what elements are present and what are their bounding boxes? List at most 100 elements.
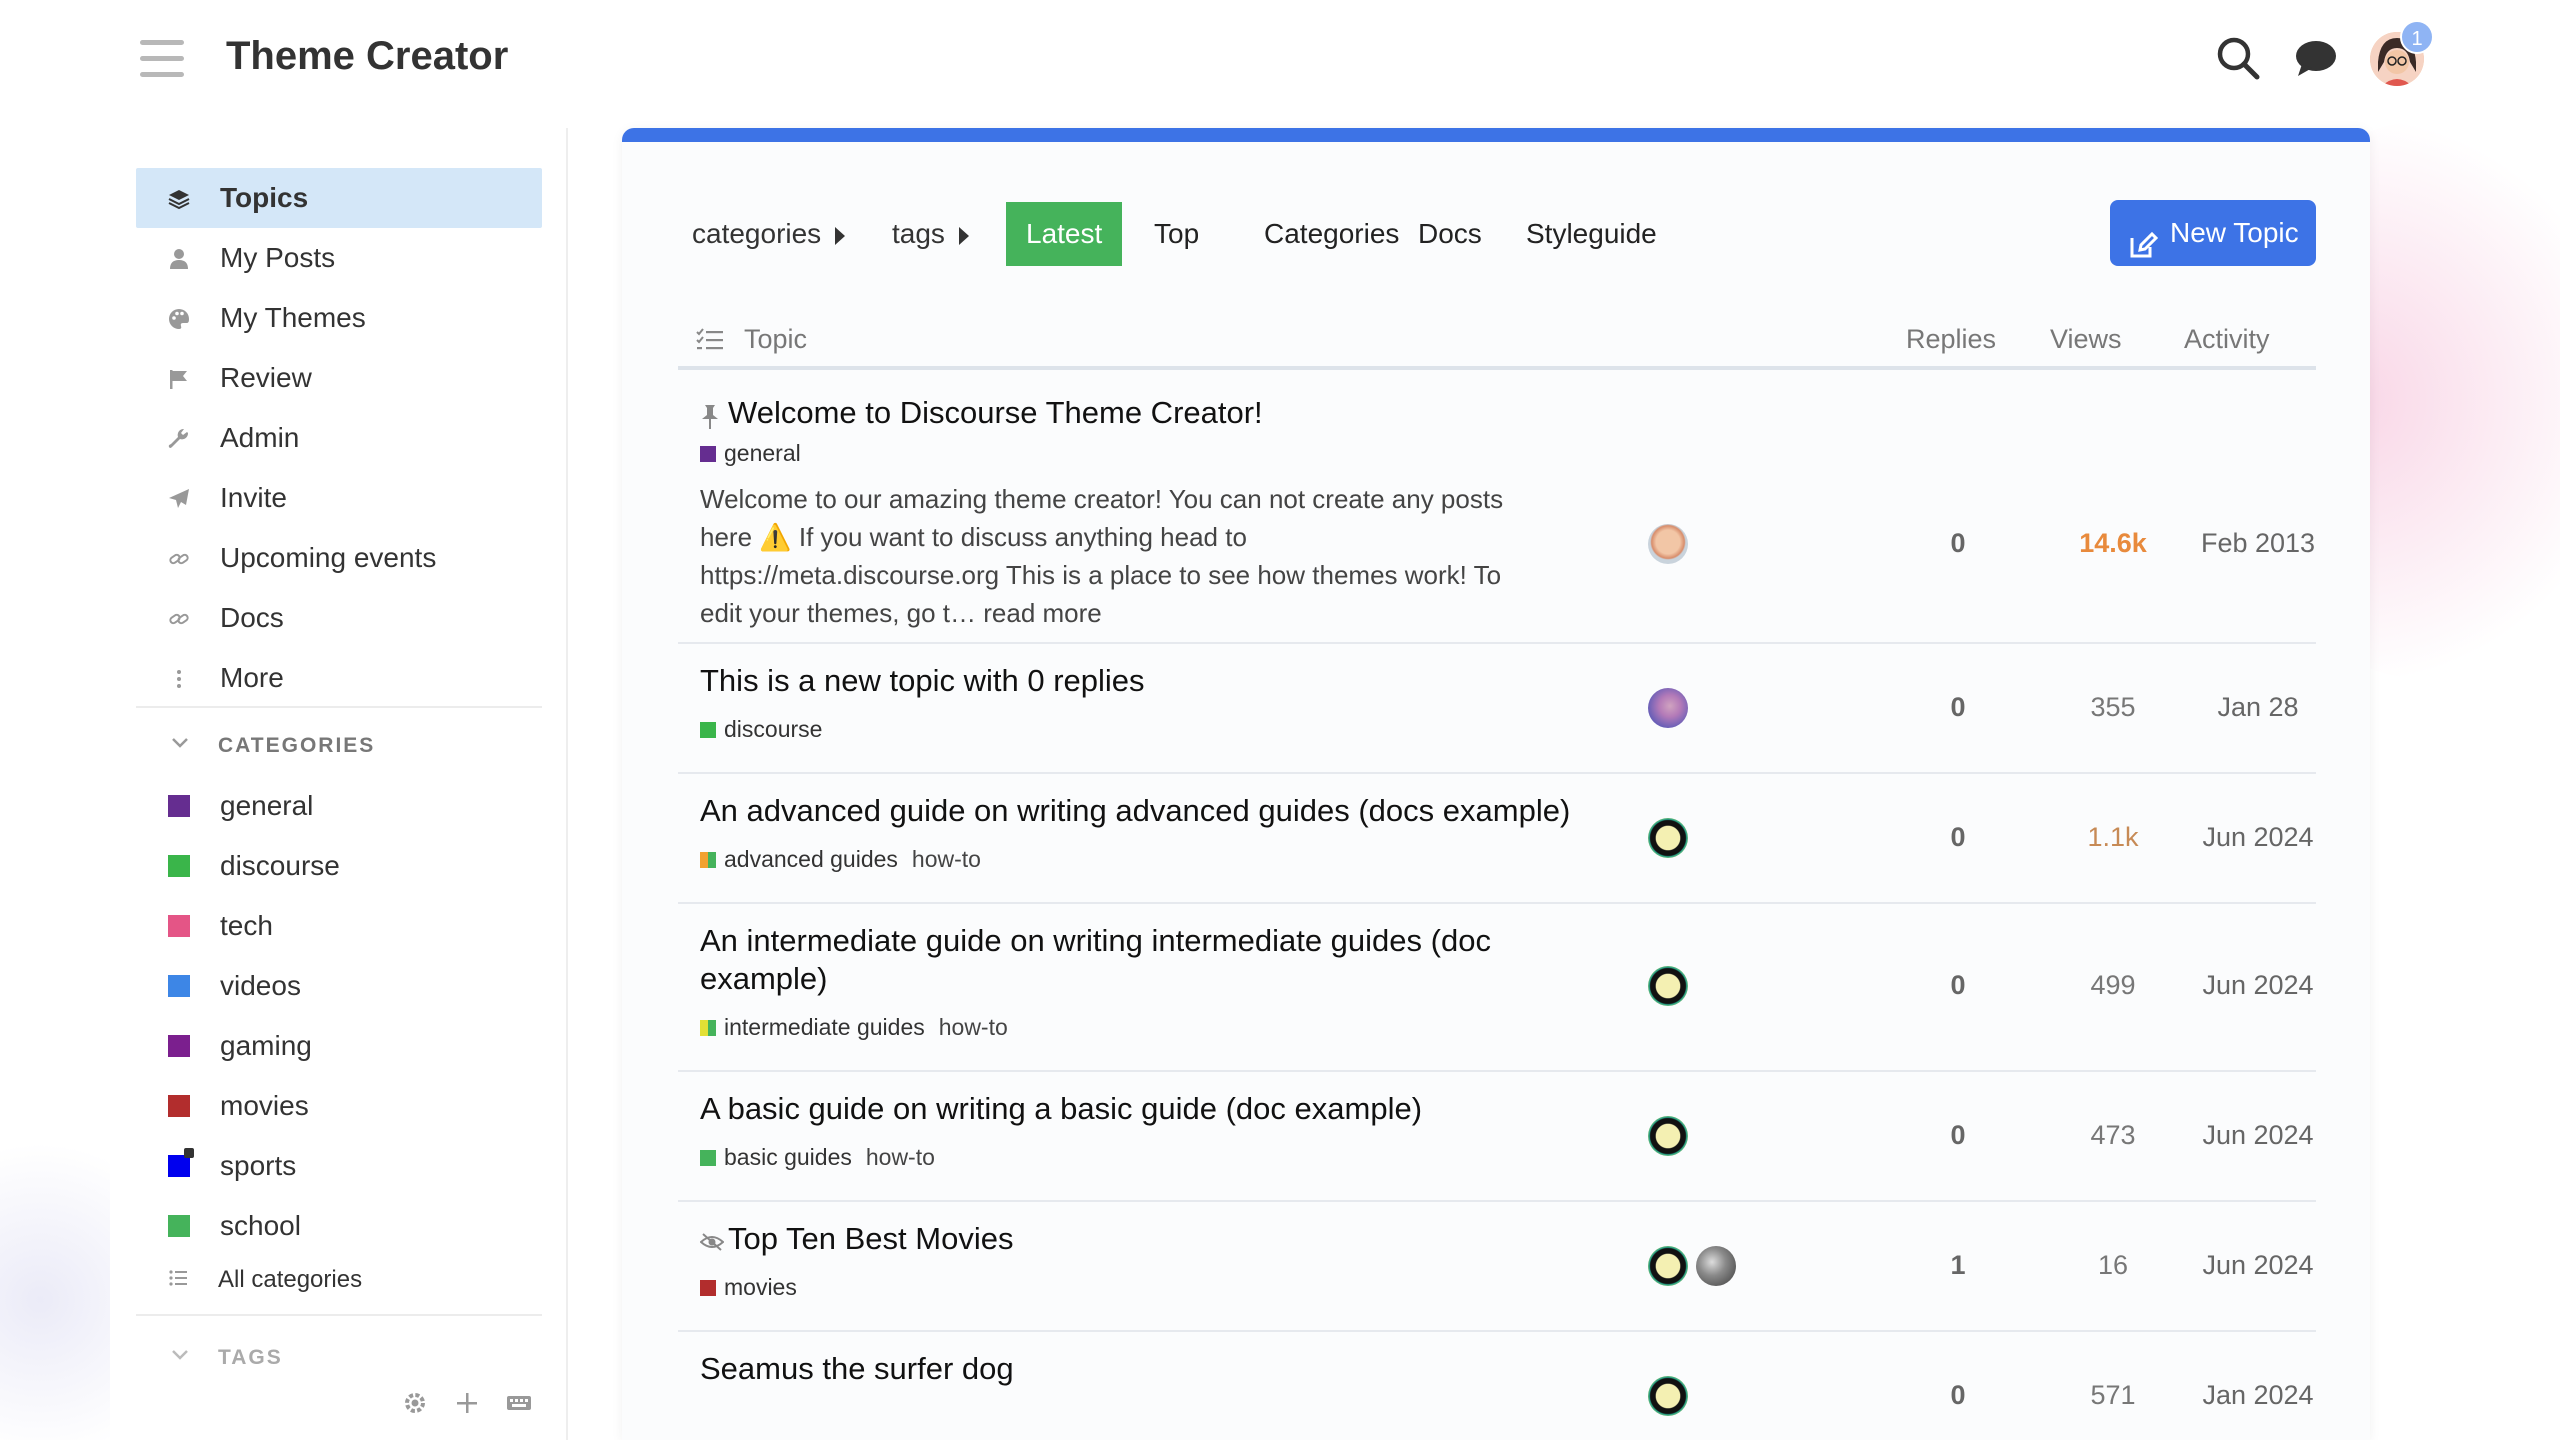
activity-date[interactable]: Jan 28 [2178,692,2338,723]
table-row[interactable]: This is a new topic with 0 replies disco… [678,644,2316,774]
topic-list-header: Topic Replies Views Activity [678,310,2316,370]
sidebar-item-topics[interactable]: Topics [136,168,542,228]
list-icon [168,1268,188,1294]
sidebar-item-label: general [220,790,314,821]
table-row[interactable]: An advanced guide on writing advanced gu… [678,774,2316,904]
poster-avatar[interactable] [1648,818,1688,858]
tab-categories[interactable]: Categories [1244,202,1419,266]
sidebar-divider [136,706,542,708]
tags-section-title: TAGS [218,1346,283,1369]
sidebar-category-school[interactable]: school [136,1196,542,1256]
sidebar-item-label: gaming [220,1030,312,1061]
chat-bubble-icon[interactable] [2292,34,2340,82]
table-row[interactable]: Seamus the surfer dog 0 571 Jan 2024 [678,1332,2316,1440]
topic-title[interactable]: A basic guide on writing a basic guide (… [700,1090,1422,1128]
sidebar-category-videos[interactable]: videos [136,956,542,1016]
column-header-activity[interactable]: Activity [2184,324,2270,355]
sidebar-category-general[interactable]: general [136,776,542,836]
tags-dropdown[interactable]: tags [892,218,969,250]
topic-category[interactable]: general [700,440,801,467]
category-color-badge [168,795,190,817]
topic-title[interactable]: Welcome to Discourse Theme Creator! [728,394,1263,432]
tab-styleguide[interactable]: Styleguide [1506,202,1677,266]
poster-avatar[interactable] [1648,966,1688,1006]
topic-title[interactable]: Seamus the surfer dog [700,1350,1014,1388]
view-count: 473 [2090,1120,2136,1150]
gear-icon[interactable] [402,1390,428,1423]
topic-category[interactable]: advanced guides how-to [700,846,981,873]
sidebar-item-label: More [220,662,284,693]
excerpt-line-read-more[interactable]: edit your themes, go t… read more [700,594,1600,632]
topic-title[interactable]: This is a new topic with 0 replies [700,662,1145,700]
topic-category[interactable]: movies [700,1274,797,1301]
tab-latest[interactable]: Latest [1006,202,1123,266]
sidebar-item-label: tech [220,910,273,941]
tab-docs[interactable]: Docs [1398,202,1502,266]
new-topic-button[interactable]: New Topic [2110,200,2316,266]
topic-tag[interactable]: how-to [939,1014,1008,1040]
sidebar-category-tech[interactable]: tech [136,896,542,956]
sidebar-item-invite[interactable]: Invite [136,468,542,528]
table-row[interactable]: An intermediate guide on writing interme… [678,904,2316,1072]
category-color-badge [168,855,190,877]
participant-avatar[interactable] [1696,1246,1736,1286]
topic-category[interactable]: discourse [700,716,822,743]
sidebar-item-admin[interactable]: Admin [136,408,542,468]
sidebar-item-upcoming-events[interactable]: Upcoming events [136,528,542,588]
navigation-bar: categories tags Latest Top Categories Do… [622,200,2370,272]
topic-category[interactable]: intermediate guides how-to [700,1014,1008,1041]
topic-title[interactable]: An advanced guide on writing advanced gu… [700,792,1570,830]
sidebar-category-gaming[interactable]: gaming [136,1016,542,1076]
poster-avatar[interactable] [1648,1376,1688,1416]
tab-top[interactable]: Top [1134,202,1219,266]
column-header-views[interactable]: Views [2050,324,2122,355]
sidebar-item-label: Review [220,362,312,393]
site-title[interactable]: Theme Creator [226,34,508,79]
table-row[interactable]: Welcome to Discourse Theme Creator! gene… [678,374,2316,644]
sidebar-item-label: school [220,1210,301,1241]
topic-title[interactable]: An intermediate guide on writing interme… [700,922,1491,998]
activity-date[interactable]: Jun 2024 [2178,822,2338,853]
layers-icon [168,188,190,210]
categories-section-header[interactable]: CATEGORIES [136,726,542,766]
category-name: discourse [724,716,823,742]
reply-count: 0 [1950,692,1966,722]
ellipsis-vertical-icon [168,668,190,690]
sidebar-category-sports[interactable]: sports [136,1136,542,1196]
category-name: basic guides [724,1144,852,1170]
keyboard-icon[interactable] [506,1390,532,1423]
tags-section-header[interactable]: TAGS [136,1338,542,1378]
table-row[interactable]: Top Ten Best Movies movies 1 16 Jun 2024 [678,1202,2316,1332]
topic-tag[interactable]: how-to [912,846,981,872]
activity-date[interactable]: Jun 2024 [2178,1120,2338,1151]
bulk-select-icon[interactable] [696,328,724,357]
sidebar-category-movies[interactable]: movies [136,1076,542,1136]
sidebar-category-discourse[interactable]: discourse [136,836,542,896]
sidebar-item-docs[interactable]: Docs [136,588,542,648]
sidebar-item-more[interactable]: More [136,648,542,708]
poster-avatar[interactable] [1648,688,1688,728]
categories-dropdown[interactable]: categories [692,218,846,250]
table-row[interactable]: A basic guide on writing a basic guide (… [678,1072,2316,1202]
activity-date[interactable]: Jun 2024 [2178,970,2338,1001]
hamburger-menu-icon[interactable] [140,40,184,78]
poster-avatar[interactable] [1648,524,1688,564]
poster-avatar[interactable] [1648,1116,1688,1156]
sidebar-item-my-themes[interactable]: My Themes [136,288,542,348]
activity-date[interactable]: Jun 2024 [2178,1250,2338,1281]
poster-avatar[interactable] [1648,1246,1688,1286]
column-header-replies[interactable]: Replies [1906,324,1996,355]
all-categories-link[interactable]: All categories [136,1258,542,1300]
topic-category[interactable]: basic guides how-to [700,1144,935,1171]
topic-title[interactable]: Top Ten Best Movies [728,1220,1013,1258]
activity-date[interactable]: Jan 2024 [2178,1380,2338,1411]
topic-tag[interactable]: how-to [866,1144,935,1170]
new-topic-label: New Topic [2170,217,2299,248]
search-icon[interactable] [2214,34,2262,82]
activity-date[interactable]: Feb 2013 [2178,528,2338,559]
plus-icon[interactable] [454,1390,480,1423]
category-color-badge [700,722,716,738]
notification-badge[interactable]: 1 [2400,20,2434,54]
sidebar-item-review[interactable]: Review [136,348,542,408]
sidebar-item-my-posts[interactable]: My Posts [136,228,542,288]
